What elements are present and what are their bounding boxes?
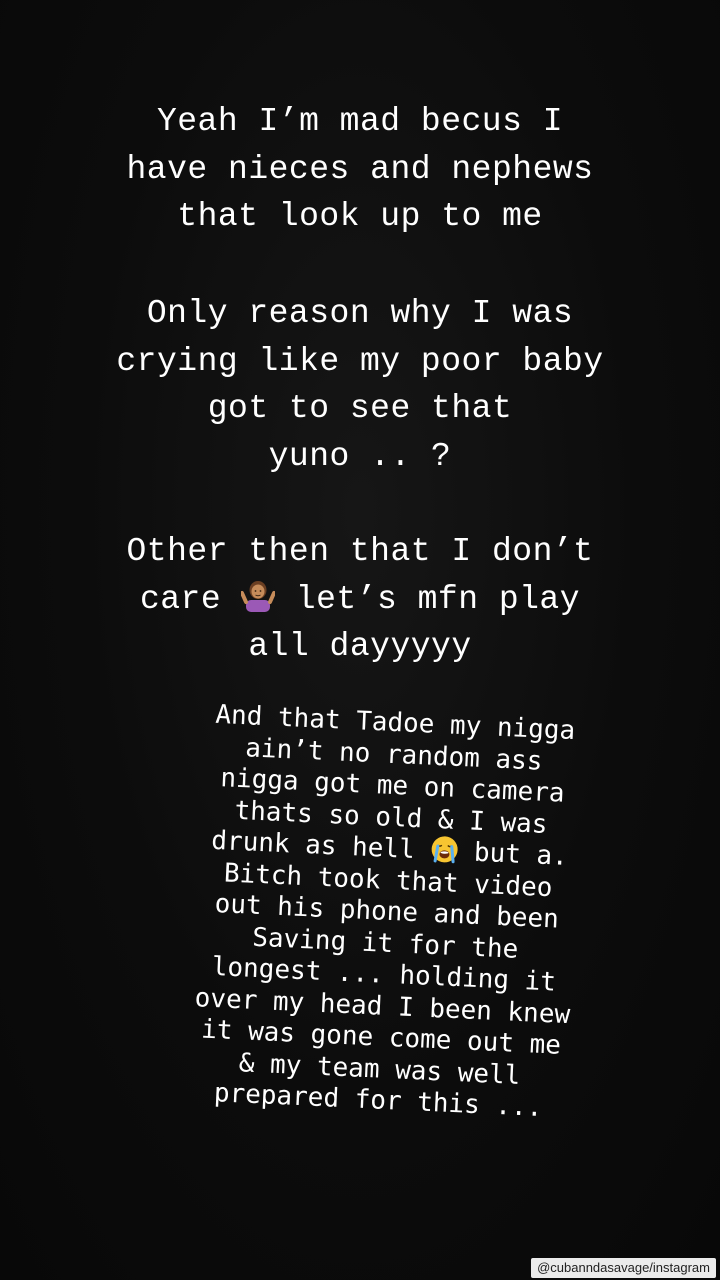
story-paragraph-crying: Only reason why I was crying like my poo… [0, 290, 720, 480]
story-text-line: crying like my poor baby [116, 342, 604, 380]
story-paragraph-mad: Yeah I’m mad becus I have nieces and nep… [0, 98, 720, 241]
story-text-line: all dayyyyy [248, 628, 472, 665]
source-watermark: @cubanndasavage/instagram [531, 1258, 716, 1278]
story-text-line: Only reason why I was [146, 295, 574, 332]
loudly-crying-face-emoji-icon [430, 834, 459, 863]
person-shrugging-emoji-icon [240, 578, 277, 612]
story-text-line-with-emoji: care let’s mfn play [0, 576, 720, 624]
story-paragraph-tadoe: And that Tadoe my nigga ain’t no random … [18, 692, 720, 1134]
story-text-fragment: care [139, 580, 242, 618]
instagram-story: Yeah I’m mad becus I have nieces and nep… [0, 0, 720, 1280]
story-paragraph-dont-care: Other then that I don’t care let’s mfn p… [0, 528, 720, 671]
story-text-line: Yeah I’m mad becus I [156, 103, 564, 140]
story-text-line: got to see that [207, 390, 513, 427]
story-text-line: Other then that I don’t [126, 533, 594, 570]
story-text-line: that look up to me [177, 198, 543, 235]
story-text-line: have nieces and nephews [126, 150, 594, 188]
story-text-fragment: but a. [457, 836, 569, 872]
story-text-line: yuno .. ? [268, 437, 452, 475]
story-text-fragment: let’s mfn play [275, 580, 581, 618]
